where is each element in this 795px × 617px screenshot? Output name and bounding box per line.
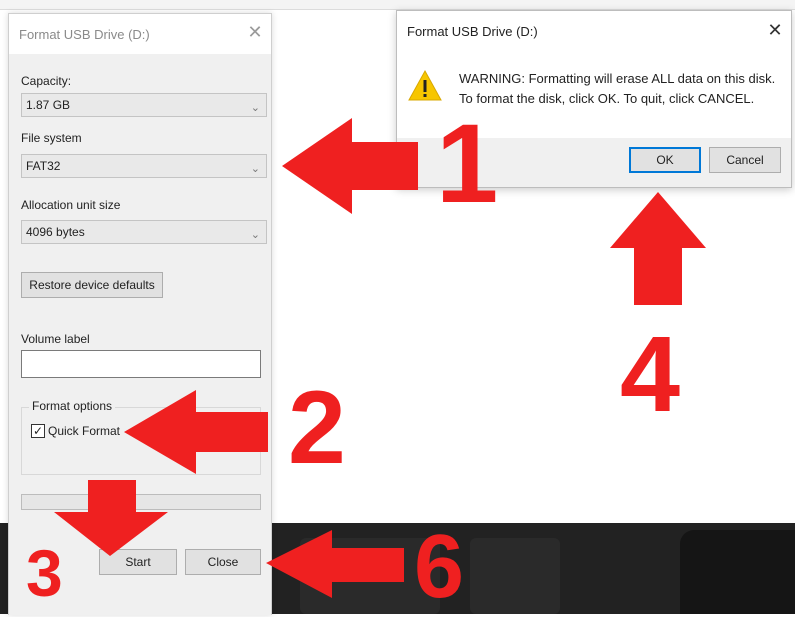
arrow-left-icon: [124, 390, 268, 474]
step-number-3: 3: [26, 536, 63, 610]
step-number-6: 6: [414, 517, 465, 617]
arrow-down-icon: [54, 480, 168, 556]
step-number-4: 4: [620, 313, 681, 434]
step-number-1: 1: [436, 101, 499, 226]
arrow-left-icon: [282, 118, 418, 214]
step-number-2: 2: [288, 370, 346, 486]
arrow-left-icon: [266, 530, 404, 598]
arrow-up-icon: [610, 192, 706, 305]
annotation-overlay: [54, 118, 706, 598]
